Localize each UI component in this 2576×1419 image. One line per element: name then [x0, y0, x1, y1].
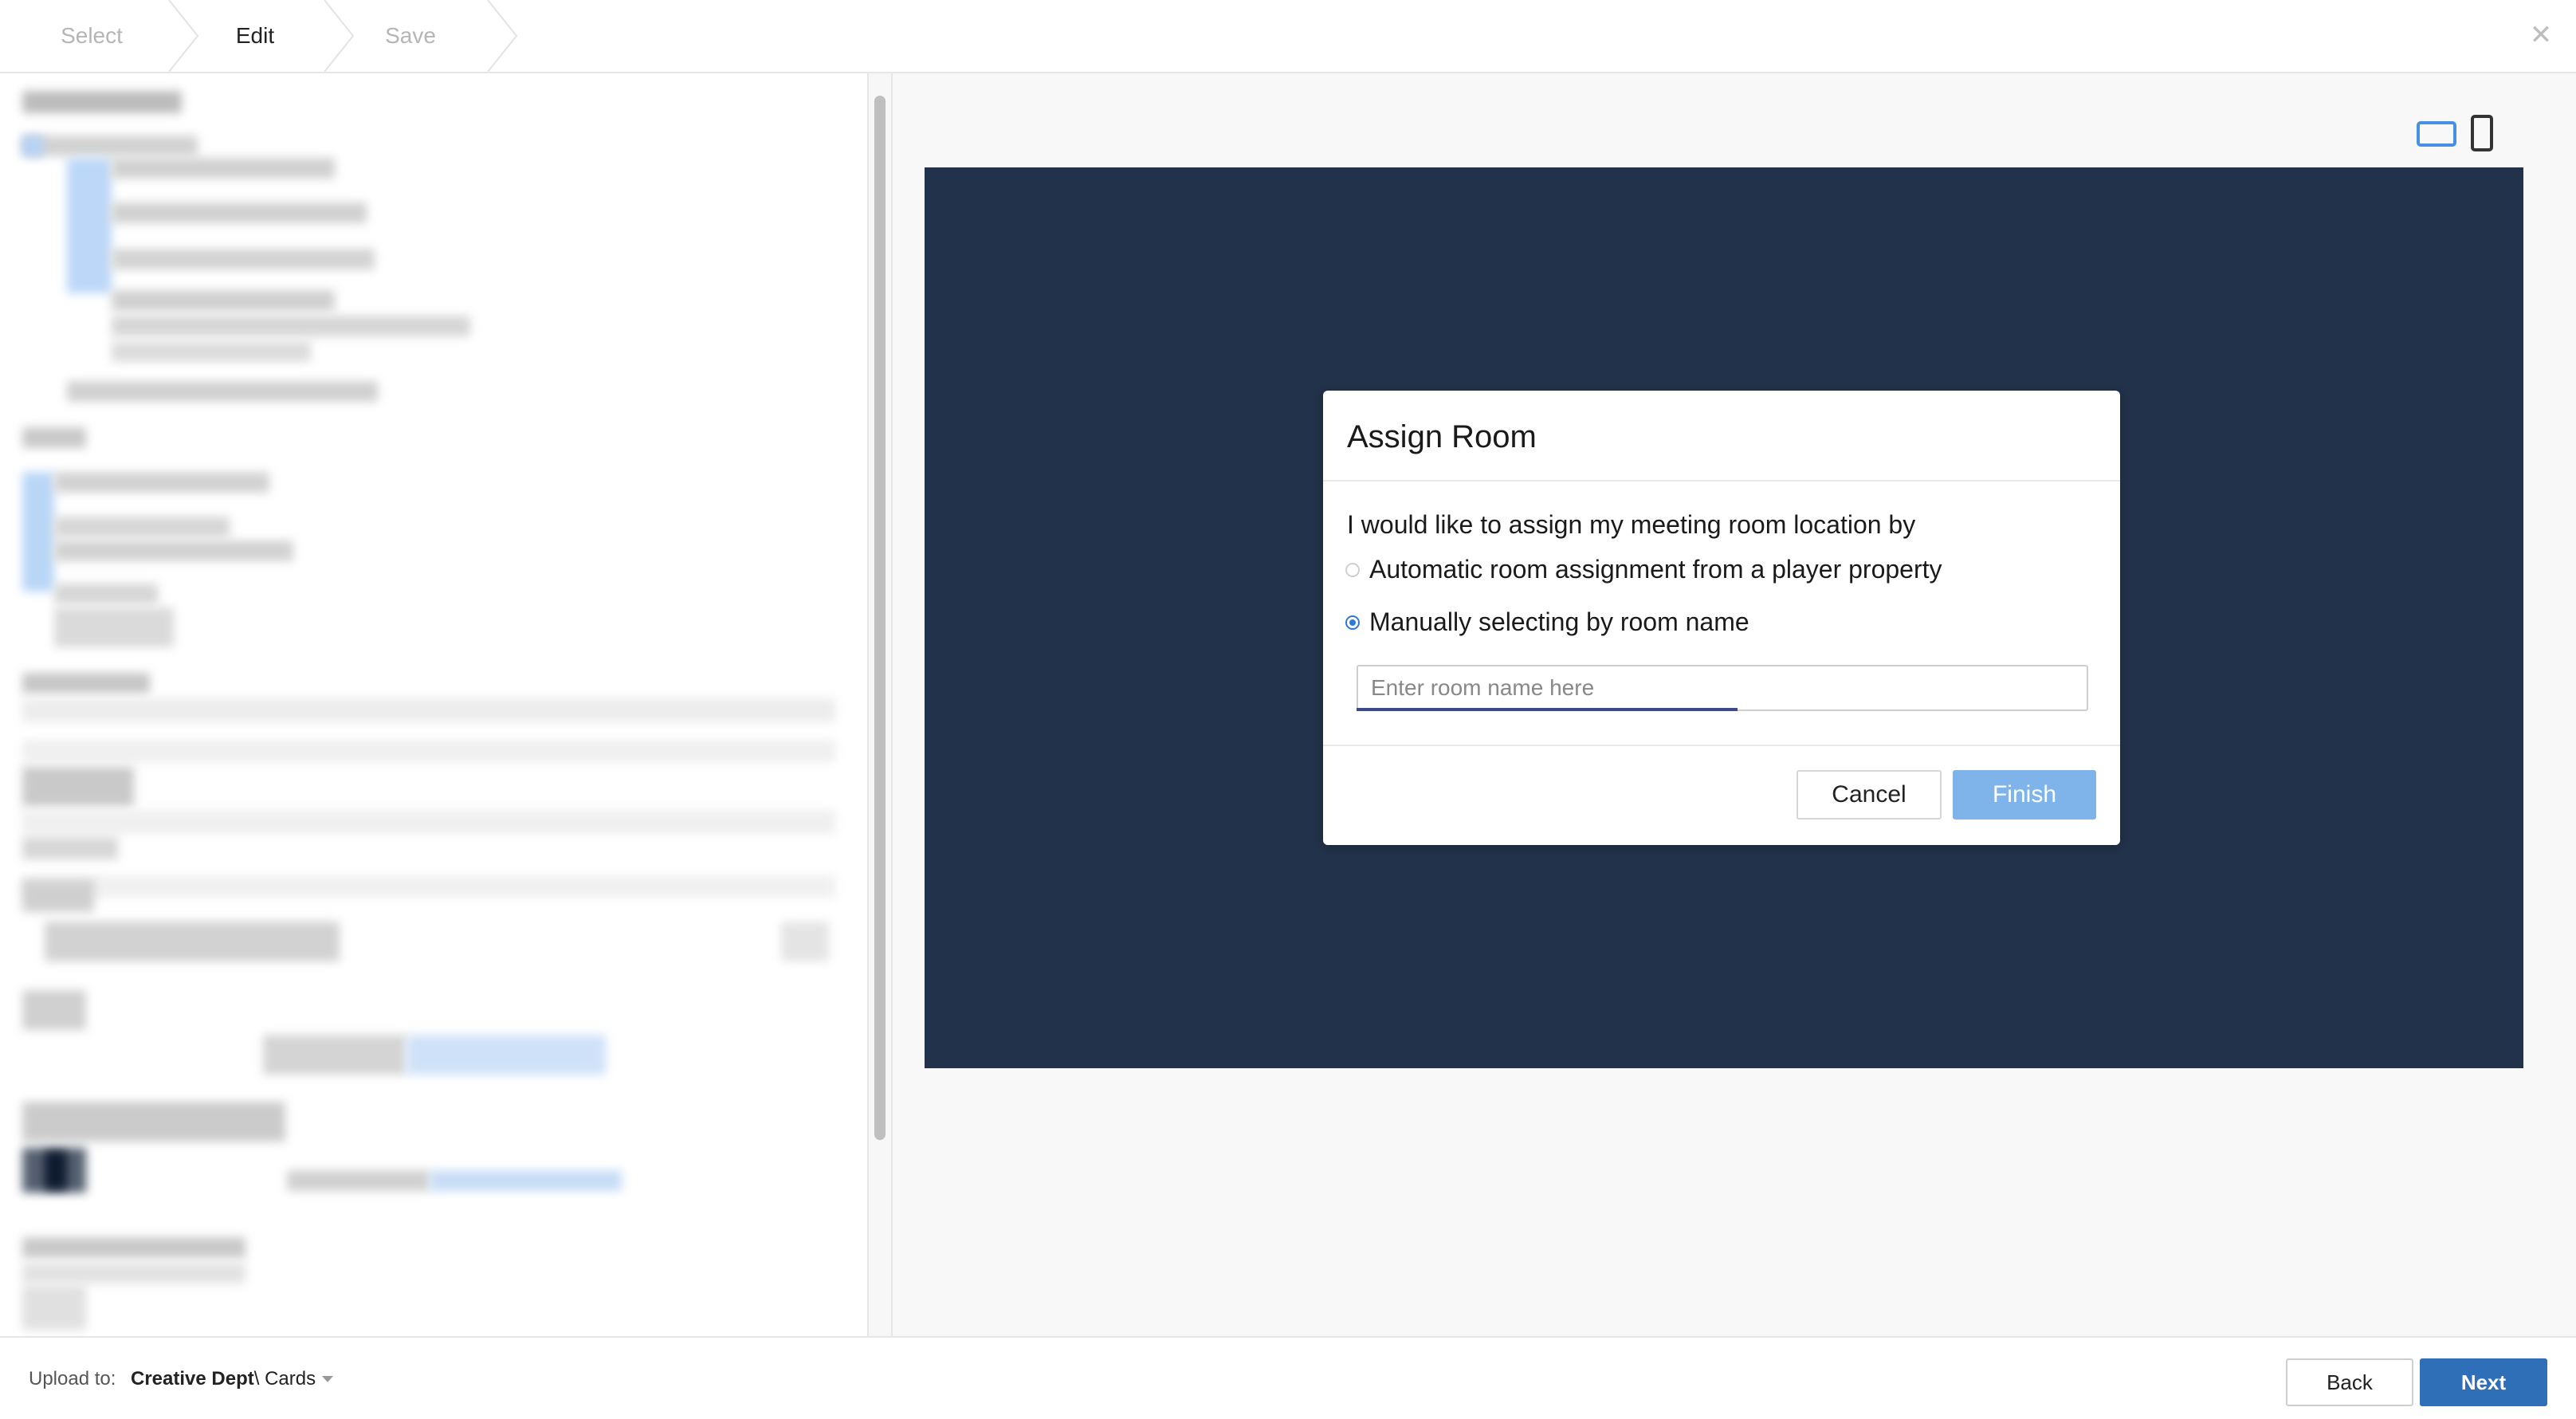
assign-room-dialog: Assign Room I would like to assign my me… — [1323, 391, 2120, 845]
redacted-block — [22, 1237, 245, 1258]
step-separator — [486, 0, 518, 72]
redacted-block — [112, 290, 335, 311]
redacted-block — [112, 158, 335, 179]
redacted-block — [287, 1170, 430, 1191]
redacted-block — [112, 316, 470, 336]
redacted-block — [54, 584, 158, 604]
redacted-block — [22, 673, 150, 694]
redacted-block — [22, 1102, 285, 1142]
step-edit[interactable]: Edit — [183, 0, 327, 72]
preview-canvas: Assign Room I would like to assign my me… — [925, 167, 2523, 1068]
redacted-block — [263, 1035, 406, 1075]
option-manual[interactable]: Manually selecting by room name — [1345, 607, 1749, 637]
redacted-block — [22, 810, 835, 834]
redacted-block — [781, 922, 829, 961]
redacted-block — [54, 517, 230, 537]
step-save[interactable]: Save — [327, 0, 494, 72]
option-automatic[interactable]: Automatic room assignment from a player … — [1345, 555, 1942, 584]
left-scrollbar[interactable] — [869, 73, 893, 1336]
redacted-block — [22, 837, 118, 859]
redacted-block — [22, 91, 182, 113]
portrait-icon[interactable] — [2471, 115, 2493, 151]
redacted-block — [67, 158, 112, 293]
option-label: Automatic room assignment from a player … — [1369, 555, 1942, 584]
upload-label: Upload to: — [29, 1368, 116, 1390]
redacted-block — [22, 875, 835, 898]
scrollbar-thumb[interactable] — [874, 96, 886, 1140]
radio-manual[interactable] — [1345, 615, 1360, 630]
stepper: Select Edit Save — [0, 0, 526, 72]
redacted-block — [54, 472, 269, 493]
redacted-block — [45, 1151, 67, 1189]
redacted-block — [45, 922, 340, 961]
redacted-block — [112, 249, 375, 269]
redacted-block — [22, 740, 835, 762]
cancel-button[interactable]: Cancel — [1797, 770, 1942, 820]
redacted-block — [22, 767, 134, 807]
redacted-block — [54, 607, 174, 647]
radio-automatic[interactable] — [1345, 562, 1360, 577]
top-bar: Select Edit Save ✕ — [0, 0, 2576, 73]
back-button[interactable]: Back — [2286, 1358, 2413, 1406]
preview-panel: Assign Room I would like to assign my me… — [893, 73, 2576, 1336]
left-panel-redacted — [0, 73, 869, 1336]
input-focus-bar — [1357, 708, 1738, 711]
divider — [1323, 745, 2120, 746]
redacted-block — [22, 880, 94, 912]
dialog-title: Assign Room — [1347, 419, 1537, 454]
redacted-block — [22, 136, 198, 156]
dialog-prompt: I would like to assign my meeting room l… — [1347, 510, 1916, 539]
step-select[interactable]: Select — [0, 0, 183, 72]
redacted-block — [22, 427, 86, 448]
folder-name: Creative Dept — [131, 1368, 254, 1390]
folder-subpath: \ Cards — [253, 1368, 316, 1390]
close-icon[interactable]: ✕ — [2523, 18, 2558, 53]
redacted-block — [22, 1285, 86, 1330]
redacted-block — [22, 990, 86, 1030]
finish-button[interactable]: Finish — [1953, 770, 2096, 820]
chevron-down-icon — [322, 1376, 334, 1382]
redacted-block — [430, 1170, 622, 1191]
room-name-input[interactable] — [1357, 665, 2088, 711]
redacted-block — [54, 540, 293, 561]
upload-folder-selector[interactable]: Creative Dept \ Cards — [131, 1368, 334, 1390]
redacted-block — [406, 1035, 606, 1075]
footer-bar: Upload to: Creative Dept \ Cards Back Ne… — [0, 1336, 2576, 1419]
landscape-icon[interactable] — [2417, 121, 2456, 147]
redacted-block — [22, 472, 54, 592]
redacted-block — [112, 202, 367, 223]
redacted-block — [22, 698, 835, 722]
redacted-block — [67, 381, 378, 402]
option-label: Manually selecting by room name — [1369, 607, 1749, 636]
next-button[interactable]: Next — [2420, 1358, 2547, 1406]
redacted-block — [22, 136, 43, 156]
redacted-block — [112, 341, 311, 362]
redacted-block — [22, 1263, 245, 1283]
divider — [1323, 480, 2120, 482]
